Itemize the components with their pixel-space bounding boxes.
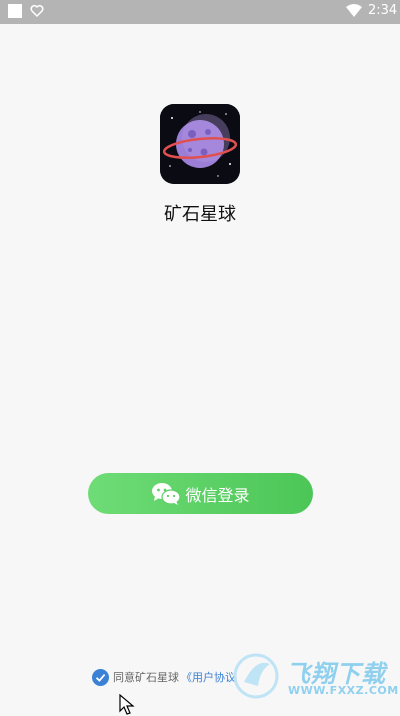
login-label: 微信登录 [185,485,250,505]
watermark-url: WWW.FXXZ.COM [288,684,399,697]
heart-icon [30,4,44,18]
agreement-text: 同意矿石星球 [113,671,179,684]
square-icon [8,4,22,18]
status-time: 2:34 [368,3,398,18]
cursor-icon [119,694,135,715]
wechat-login-button[interactable]: 微信登录 [88,473,313,514]
app-icon [160,104,240,184]
wifi-icon [346,4,362,17]
watermark-logo-icon [233,653,279,699]
watermark: 飞翔下载 WWW.FXXZ.COM [232,650,398,702]
checkbox-checked-icon[interactable] [92,668,109,686]
wechat-icon [152,482,182,505]
planet-icon [160,104,240,184]
user-agreement-link[interactable]: 《用户协议 [181,669,236,685]
agreement-row: 同意矿石星球 《用户协议 [92,668,236,686]
status-bar: 2:34 [0,0,400,24]
app-name: 矿石星球 [164,204,236,225]
